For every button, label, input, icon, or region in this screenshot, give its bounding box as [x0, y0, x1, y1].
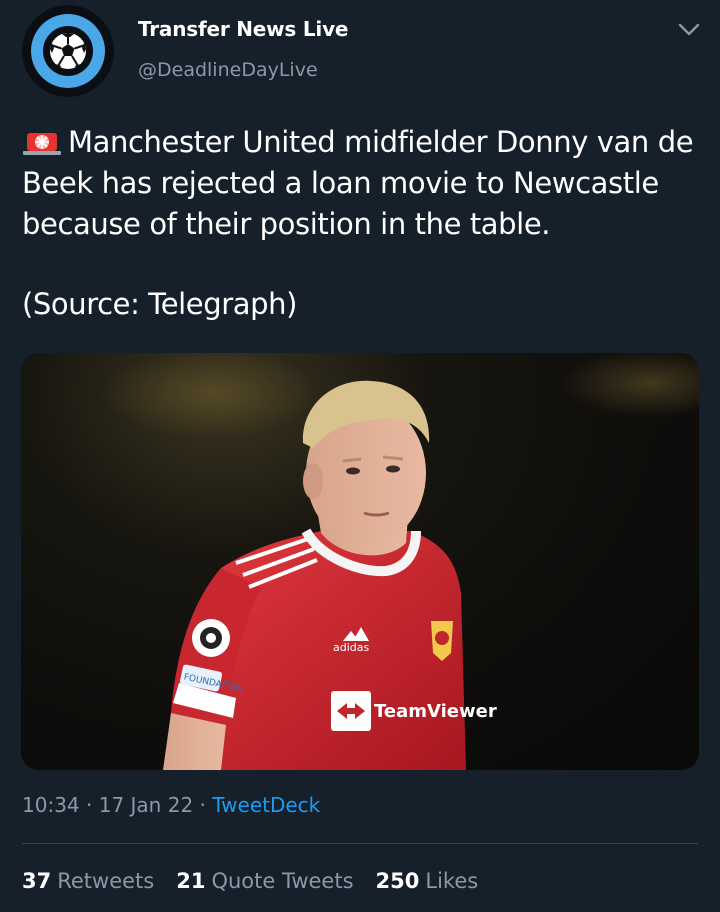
football-icon	[43, 26, 93, 76]
tweet-stats: 37 Retweets 21 Quote Tweets 250 Likes	[22, 869, 478, 893]
quote-tweets-stat[interactable]: 21 Quote Tweets	[176, 869, 353, 893]
divider	[22, 843, 698, 844]
quote-tweets-count: 21	[176, 869, 206, 893]
likes-label: Likes	[425, 869, 479, 893]
user-handle[interactable]: @DeadlineDayLive	[138, 59, 318, 81]
avatar[interactable]	[22, 5, 114, 97]
retweets-label: Retweets	[57, 869, 155, 893]
tweet-photo[interactable]: FOUNDATION adidas TeamViewer	[21, 353, 699, 770]
avatar-ring	[31, 14, 105, 88]
tweet-body: Manchester United midfielder Donny van d…	[22, 125, 694, 241]
display-name[interactable]: Transfer News Live	[138, 17, 348, 41]
shirt-sponsor-text: TeamViewer	[374, 701, 497, 722]
tweet-source-line: (Source: Telegraph)	[22, 287, 298, 321]
quote-tweets-label: Quote Tweets	[211, 869, 354, 893]
rotating-light-icon	[22, 125, 62, 155]
kit-brand-text: adidas	[333, 641, 370, 654]
tweet-time[interactable]: 10:34	[22, 793, 80, 817]
chevron-down-icon[interactable]	[676, 20, 702, 40]
separator-dot: ·	[86, 793, 93, 817]
tweet-client-link[interactable]: TweetDeck	[212, 793, 320, 817]
likes-count: 250	[375, 869, 420, 893]
retweets-stat[interactable]: 37 Retweets	[22, 869, 154, 893]
tweet-text: Manchester United midfielder Donny van d…	[22, 122, 712, 245]
likes-stat[interactable]: 250 Likes	[376, 869, 479, 893]
tweet-metadata: 10:34 · 17 Jan 22 · TweetDeck	[22, 793, 320, 817]
separator-dot: ·	[199, 793, 206, 817]
tweet-date[interactable]: 17 Jan 22	[99, 793, 193, 817]
retweets-count: 37	[22, 869, 52, 893]
